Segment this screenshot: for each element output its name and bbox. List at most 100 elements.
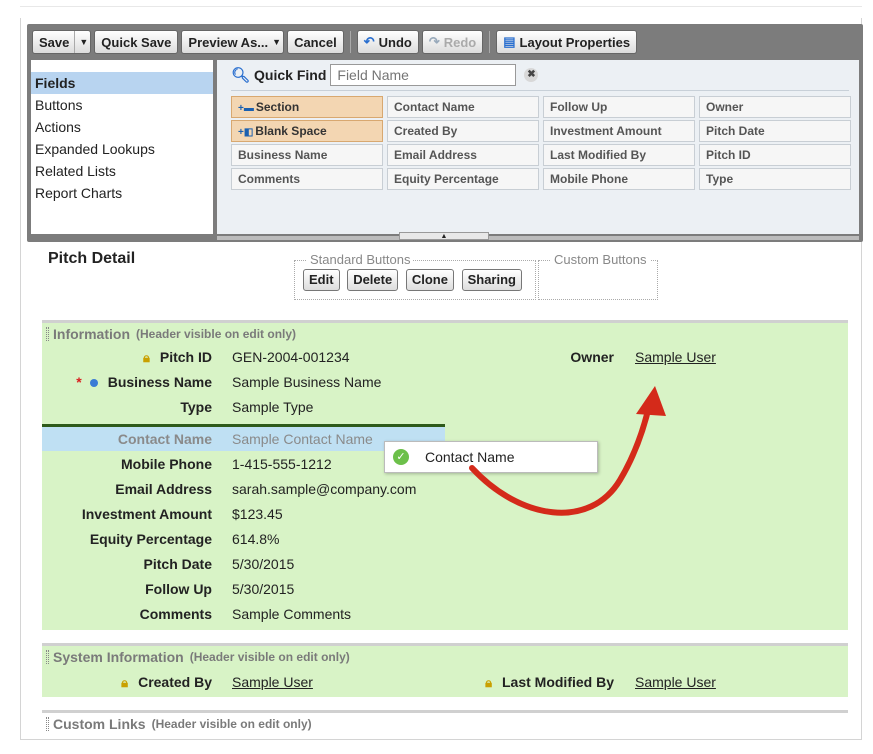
- palette-field[interactable]: Pitch Date: [699, 120, 851, 142]
- preview-as-button[interactable]: Preview As... ▼: [181, 30, 285, 54]
- sidebar-item-buttons[interactable]: Buttons: [31, 94, 213, 116]
- palette-field[interactable]: Pitch ID: [699, 144, 851, 166]
- sidebar-item-fields[interactable]: Fields: [31, 72, 213, 94]
- field-label: Equity Percentage: [89, 531, 212, 547]
- field-value: 614.8%: [232, 531, 280, 547]
- sharing-button[interactable]: Sharing: [461, 269, 522, 291]
- section-header[interactable]: Information (Header visible on edit only…: [42, 323, 848, 345]
- preview-as-label: Preview As...: [188, 34, 269, 50]
- layout-properties-button[interactable]: ▤ Layout Properties: [496, 30, 638, 54]
- section-note: (Header visible on edit only): [151, 717, 312, 731]
- custom-buttons-box: Custom Buttons: [538, 252, 658, 300]
- field-row[interactable]: 🔒︎ Created By Sample User: [42, 670, 462, 694]
- field-row[interactable]: 🔒︎ Last Modified By Sample User: [460, 670, 840, 694]
- lock-icon: 🔒︎: [485, 675, 492, 690]
- palette-field[interactable]: Owner: [699, 96, 851, 118]
- palette-resize-handle[interactable]: ▲: [399, 232, 489, 240]
- sidebar-item-expanded-lookups[interactable]: Expanded Lookups: [31, 138, 213, 160]
- palette-item-label: Blank Space: [255, 124, 327, 138]
- edit-button[interactable]: Edit: [303, 269, 340, 291]
- cancel-button[interactable]: Cancel: [287, 30, 344, 54]
- redo-button[interactable]: ↷ Redo: [421, 30, 484, 54]
- field-row[interactable]: Investment Amount $123.45: [42, 502, 462, 526]
- field-palette: 🔍︎ Quick Find ✖ +▬Section Contact Name F…: [217, 60, 859, 234]
- field-row[interactable]: Comments Sample Comments: [42, 602, 462, 626]
- field-value-link[interactable]: Sample User: [635, 670, 716, 694]
- field-label: * Business Name: [76, 374, 212, 390]
- redo-label: Redo: [443, 34, 477, 50]
- palette-field[interactable]: Investment Amount: [543, 120, 695, 142]
- field-label: Email Address: [115, 481, 212, 497]
- lock-icon: 🔒︎: [142, 350, 150, 365]
- drag-handle-icon[interactable]: [46, 327, 49, 341]
- sidebar-item-related-lists[interactable]: Related Lists: [31, 160, 213, 182]
- save-button-label: Save: [39, 34, 70, 50]
- field-row[interactable]: Type Sample Type: [42, 395, 462, 419]
- layout-properties-label: Layout Properties: [519, 34, 631, 50]
- sidebar-item-actions[interactable]: Actions: [31, 116, 213, 138]
- drag-handle-icon[interactable]: [46, 650, 49, 664]
- field-row[interactable]: 🔒︎ Pitch ID GEN-2004-001234: [42, 345, 462, 369]
- palette-field[interactable]: Comments: [231, 168, 383, 190]
- field-label: Investment Amount: [81, 506, 212, 522]
- palette-field[interactable]: Follow Up: [543, 96, 695, 118]
- field-label: 🔒︎ Last Modified By: [460, 670, 614, 695]
- palette-field[interactable]: Business Name: [231, 144, 383, 166]
- section-title: Custom Links: [53, 716, 146, 732]
- save-button[interactable]: Save ▼: [32, 30, 92, 54]
- field-row[interactable]: Equity Percentage 614.8%: [42, 527, 462, 551]
- field-row[interactable]: Owner Sample User: [480, 345, 840, 369]
- quick-find: 🔍︎ Quick Find ✖: [231, 64, 539, 86]
- clone-button[interactable]: Clone: [405, 269, 454, 291]
- palette-field[interactable]: Created By: [387, 120, 539, 142]
- section-header[interactable]: System Information (Header visible on ed…: [42, 646, 848, 668]
- quick-save-button[interactable]: Quick Save: [94, 30, 179, 54]
- red-arrow-annotation: [469, 386, 666, 516]
- field-label: Mobile Phone: [121, 456, 212, 472]
- field-row[interactable]: Follow Up 5/30/2015: [42, 577, 462, 601]
- check-icon: ✓: [393, 449, 409, 465]
- field-label: 🔒︎ Pitch ID: [42, 345, 212, 370]
- clear-icon[interactable]: ✖: [524, 68, 539, 82]
- field-row[interactable]: Pitch Date 5/30/2015: [42, 552, 462, 576]
- palette-field[interactable]: Email Address: [387, 144, 539, 166]
- quick-find-label: Quick Find: [254, 67, 327, 83]
- palette-field[interactable]: Last Modified By: [543, 144, 695, 166]
- sidebar-item-report-charts[interactable]: Report Charts: [31, 182, 213, 204]
- field-label: Pitch Date: [143, 556, 212, 572]
- section-note: (Header visible on edit only): [189, 650, 350, 664]
- field-value: sarah.sample@company.com: [232, 481, 417, 497]
- field-label: 🔒︎ Created By: [42, 670, 212, 695]
- palette-item-label: Section: [255, 100, 300, 114]
- palette-field[interactable]: Mobile Phone: [543, 168, 695, 190]
- section-icon: +▬: [238, 103, 254, 114]
- palette-field[interactable]: Equity Percentage: [387, 168, 539, 190]
- palette-item-section[interactable]: +▬ Section: [231, 96, 383, 118]
- custom-buttons-legend: Custom Buttons: [551, 252, 650, 267]
- field-value-link[interactable]: Sample User: [232, 670, 313, 694]
- page-title: Pitch Detail: [48, 250, 136, 267]
- palette-field[interactable]: Type: [699, 168, 851, 190]
- field-row[interactable]: Email Address sarah.sample@company.com: [42, 477, 462, 501]
- field-value: $123.45: [232, 506, 283, 522]
- field-value: Sample Comments: [232, 606, 352, 622]
- palette-field[interactable]: Contact Name: [387, 96, 539, 118]
- field-label: Comments: [139, 606, 212, 622]
- field-row[interactable]: * Business Name Sample Business Name: [42, 370, 462, 394]
- required-icon: *: [76, 374, 82, 390]
- field-value-link[interactable]: Sample User: [635, 345, 716, 369]
- quick-find-input[interactable]: [330, 64, 517, 86]
- palette-item-blank-space[interactable]: +◧ Blank Space: [231, 120, 383, 142]
- undo-button[interactable]: ↶ Undo: [356, 30, 419, 54]
- undo-label: Undo: [378, 34, 412, 50]
- delete-button[interactable]: Delete: [347, 269, 399, 291]
- blank-space-icon: +◧: [238, 127, 254, 138]
- section-header[interactable]: Custom Links (Header visible on edit onl…: [42, 713, 848, 735]
- palette-scrollbar[interactable]: [217, 236, 859, 240]
- field-value: 5/30/2015: [232, 581, 295, 597]
- chevron-down-icon[interactable]: ▼: [74, 31, 88, 53]
- field-label: Contact Name: [117, 431, 212, 447]
- chevron-down-icon[interactable]: ▼: [272, 31, 281, 53]
- drag-handle-icon[interactable]: [46, 717, 49, 731]
- palette-category-list: Fields Buttons Actions Expanded Lookups …: [31, 60, 213, 234]
